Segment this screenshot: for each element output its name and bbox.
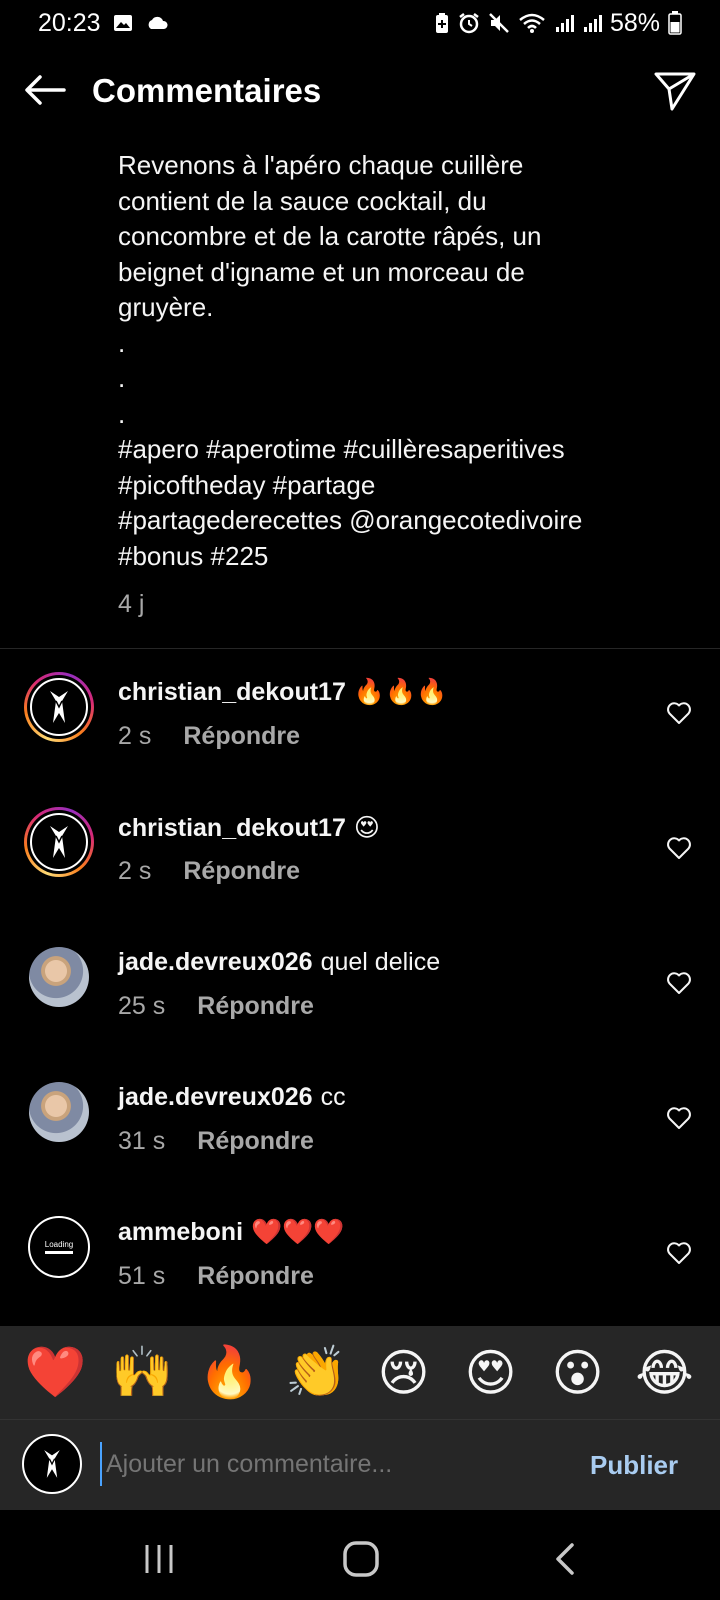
emoji-heart-button[interactable]: ❤️ [22, 1343, 90, 1402]
comment-time: 25 s [118, 992, 166, 1020]
avatar [22, 1434, 82, 1494]
comment-composer: Publier [0, 1419, 720, 1510]
reply-button[interactable]: Répondre [197, 1127, 314, 1156]
publish-button[interactable]: Publier [590, 1450, 678, 1481]
battery-saver-icon [434, 12, 450, 34]
comment-meta: 2 s Répondre [118, 722, 300, 751]
paper-plane-icon [654, 72, 696, 111]
avatar[interactable] [24, 672, 94, 742]
comment-item: jade.devreux026 cc 31 s Répondre [0, 1077, 720, 1197]
post-caption: Revenons à l'apéro chaque cuillère conti… [118, 150, 583, 571]
avatar[interactable]: Loading [24, 1212, 94, 1282]
comment-item: jade.devreux026 quel delice 25 s Répondre [0, 942, 720, 1062]
home-button[interactable] [336, 1534, 386, 1584]
arrow-left-icon [25, 75, 66, 105]
heart-icon[interactable] [666, 1240, 692, 1266]
comment-text: cc [320, 1083, 346, 1111]
comment-text: 🔥🔥🔥 [353, 678, 448, 706]
chevron-left-icon [556, 1543, 574, 1575]
comment-meta: 31 s Répondre [118, 1127, 314, 1156]
wifi-icon [518, 12, 546, 34]
heart-icon[interactable] [666, 970, 692, 996]
comment-username[interactable]: christian_dekout17 🔥🔥🔥 [118, 678, 447, 707]
comment-item: christian_dekout17 🔥🔥🔥 2 s Répondre [0, 672, 720, 792]
signal-icon [582, 13, 602, 33]
comment-time: 2 s [118, 857, 152, 885]
comment-text: ❤️❤️❤️ [251, 1218, 345, 1246]
comment-text: 😍 [353, 814, 380, 842]
cloud-icon [145, 16, 169, 30]
emoji-raised-hands-button[interactable]: 🙌 [109, 1343, 177, 1402]
comment-time: 2 s [118, 722, 152, 750]
share-button[interactable] [652, 68, 698, 114]
avatar-loading-text: Loading [44, 1240, 74, 1249]
comment-meta: 51 s Répondre [118, 1262, 314, 1291]
status-bar: 20:23 58% [0, 0, 720, 46]
comment-item: Loading ammeboni ❤️❤️❤️ 51 s Répondre [0, 1212, 720, 1332]
divider [0, 648, 720, 649]
loading-placeholder: Loading [45, 1240, 73, 1254]
avatar[interactable] [24, 807, 94, 877]
comment-time: 51 s [118, 1262, 166, 1290]
battery-icon [668, 11, 682, 35]
comment-meta: 25 s Répondre [118, 992, 314, 1021]
emoji-fire-button[interactable]: 🔥 [196, 1343, 264, 1402]
battery-percent: 58% [609, 8, 660, 37]
avatar[interactable] [24, 942, 94, 1012]
comment-username[interactable]: jade.devreux026 cc [118, 1083, 346, 1112]
comment-time: 31 s [118, 1127, 166, 1155]
back-nav-button[interactable] [540, 1534, 590, 1584]
recent-apps-icon [145, 1545, 173, 1573]
comment-meta: 2 s Répondre [118, 857, 300, 886]
avatar-photo [29, 947, 89, 1007]
alarm-icon [458, 12, 480, 34]
home-icon [343, 1541, 379, 1577]
mute-icon [488, 12, 510, 34]
reply-button[interactable]: Répondre [197, 992, 314, 1021]
gallery-icon [113, 14, 133, 32]
emoji-laughing-button[interactable]: 😂 [631, 1344, 699, 1402]
emoji-heart-eyes-button[interactable]: 😍 [457, 1344, 525, 1402]
emoji-bar: ❤️ 🙌 🔥 👏 😢 😍 😮 😂 [0, 1326, 720, 1419]
user-logo-icon [50, 826, 68, 858]
page-title: Commentaires [92, 72, 322, 109]
status-time: 20:23 [38, 8, 101, 37]
emoji-crying-button[interactable]: 😢 [370, 1344, 438, 1402]
header: Commentaires [0, 56, 720, 126]
user-logo-icon [50, 691, 68, 723]
comment-input[interactable] [100, 1442, 540, 1486]
user-logo-icon [44, 1450, 60, 1478]
avatar[interactable] [24, 1077, 94, 1147]
comment-username[interactable]: jade.devreux026 quel delice [118, 948, 440, 977]
recent-apps-button[interactable] [134, 1534, 184, 1584]
heart-icon[interactable] [666, 700, 692, 726]
comment-username[interactable]: ammeboni ❤️❤️❤️ [118, 1218, 344, 1247]
loading-bar [44, 1251, 73, 1254]
caption-timestamp: 4 j [118, 590, 145, 618]
signal-icon [554, 13, 574, 33]
comment-username[interactable]: christian_dekout17 😍 [118, 813, 380, 843]
avatar-photo [29, 1082, 89, 1142]
reply-button[interactable]: Répondre [183, 722, 300, 751]
comment-text: quel delice [320, 948, 441, 976]
heart-icon[interactable] [666, 1105, 692, 1131]
reply-button[interactable]: Répondre [183, 857, 300, 886]
heart-icon[interactable] [666, 835, 692, 861]
back-button[interactable] [22, 70, 68, 110]
emoji-surprised-button[interactable]: 😮 [544, 1344, 612, 1402]
reply-button[interactable]: Répondre [197, 1262, 314, 1291]
navigation-bar [0, 1510, 720, 1600]
emoji-clap-button[interactable]: 👏 [283, 1343, 351, 1402]
comment-item: christian_dekout17 😍 2 s Répondre [0, 807, 720, 927]
